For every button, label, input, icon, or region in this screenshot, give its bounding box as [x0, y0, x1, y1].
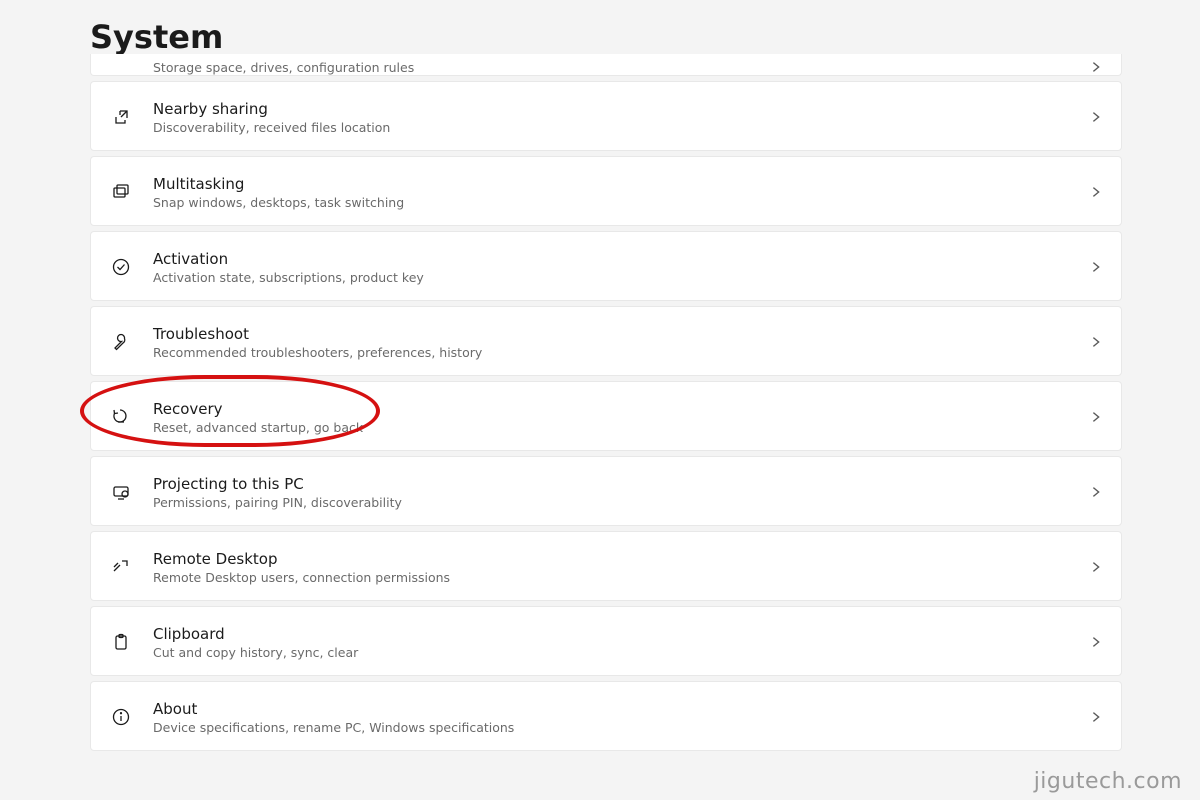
chevron-right-icon	[1089, 335, 1103, 349]
settings-item-title: Multitasking	[153, 175, 1069, 193]
settings-item-subtitle: Remote Desktop users, connection permiss…	[153, 570, 1069, 585]
info-icon	[109, 705, 133, 729]
checkmark-circle-icon	[109, 255, 133, 279]
chevron-right-icon	[1089, 110, 1103, 124]
chevron-right-icon	[1089, 710, 1103, 724]
settings-item-text: Projecting to this PC Permissions, pairin…	[153, 475, 1069, 510]
settings-item-text: Nearby sharing Discoverability, received …	[153, 100, 1069, 135]
watermark: jigutech.com	[1034, 769, 1182, 794]
chevron-right-icon	[1089, 260, 1103, 274]
chevron-right-icon	[1089, 185, 1103, 199]
settings-item-activation[interactable]: Activation Activation state, subscription…	[90, 231, 1122, 301]
settings-item-clipboard[interactable]: Clipboard Cut and copy history, sync, cle…	[90, 606, 1122, 676]
settings-item-remote-desktop[interactable]: Remote Desktop Remote Desktop users, conn…	[90, 531, 1122, 601]
settings-item-title: Projecting to this PC	[153, 475, 1069, 493]
settings-item-subtitle: Discoverability, received files location	[153, 120, 1069, 135]
settings-item-projecting[interactable]: Projecting to this PC Permissions, pairin…	[90, 456, 1122, 526]
chevron-right-icon	[1089, 635, 1103, 649]
chevron-right-icon	[1089, 485, 1103, 499]
recovery-icon	[109, 405, 133, 429]
settings-item-subtitle: Cut and copy history, sync, clear	[153, 645, 1069, 660]
wrench-icon	[109, 330, 133, 354]
settings-item-title: Clipboard	[153, 625, 1069, 643]
settings-item-troubleshoot[interactable]: Troubleshoot Recommended troubleshooters,…	[90, 306, 1122, 376]
settings-item-multitasking[interactable]: Multitasking Snap windows, desktops, task…	[90, 156, 1122, 226]
chevron-right-icon	[1089, 410, 1103, 424]
page-title: System	[90, 18, 223, 56]
settings-item-title: Activation	[153, 250, 1069, 268]
settings-item-text: Activation Activation state, subscription…	[153, 250, 1069, 285]
share-icon	[109, 105, 133, 129]
settings-item-subtitle: Snap windows, desktops, task switching	[153, 195, 1069, 210]
settings-item-subtitle: Activation state, subscriptions, product…	[153, 270, 1069, 285]
settings-item-text: Remote Desktop Remote Desktop users, conn…	[153, 550, 1069, 585]
settings-list: StorageStorage space, drives, configurat…	[90, 54, 1122, 751]
settings-item-text: Recovery Reset, advanced startup, go back	[153, 400, 1069, 435]
settings-item-subtitle: Reset, advanced startup, go back	[153, 420, 1069, 435]
settings-item-storage[interactable]: StorageStorage space, drives, configurat…	[90, 54, 1122, 76]
settings-item-title: Remote Desktop	[153, 550, 1069, 568]
settings-item-text: Clipboard Cut and copy history, sync, cle…	[153, 625, 1069, 660]
chevron-right-icon	[1089, 560, 1103, 574]
settings-item-title: Recovery	[153, 400, 1069, 418]
settings-item-text: Multitasking Snap windows, desktops, task…	[153, 175, 1069, 210]
settings-item-about[interactable]: About Device specifications, rename PC, W…	[90, 681, 1122, 751]
clipboard-icon	[109, 630, 133, 654]
settings-item-text: StorageStorage space, drives, configurat…	[153, 60, 1069, 75]
remote-desktop-icon	[109, 555, 133, 579]
settings-item-subtitle: Recommended troubleshooters, preferences…	[153, 345, 1069, 360]
chevron-right-icon	[1089, 60, 1103, 74]
settings-item-text: About Device specifications, rename PC, W…	[153, 700, 1069, 735]
settings-item-nearby-sharing[interactable]: Nearby sharing Discoverability, received …	[90, 81, 1122, 151]
settings-item-title: Nearby sharing	[153, 100, 1069, 118]
settings-item-subtitle: Permissions, pairing PIN, discoverabilit…	[153, 495, 1069, 510]
settings-item-title: About	[153, 700, 1069, 718]
multitask-icon	[109, 180, 133, 204]
settings-item-text: Troubleshoot Recommended troubleshooters,…	[153, 325, 1069, 360]
settings-item-subtitle: Storage space, drives, configuration rul…	[153, 60, 1069, 75]
settings-item-subtitle: Device specifications, rename PC, Window…	[153, 720, 1069, 735]
settings-item-recovery[interactable]: Recovery Reset, advanced startup, go back	[90, 381, 1122, 451]
settings-item-title: Troubleshoot	[153, 325, 1069, 343]
project-icon	[109, 480, 133, 504]
